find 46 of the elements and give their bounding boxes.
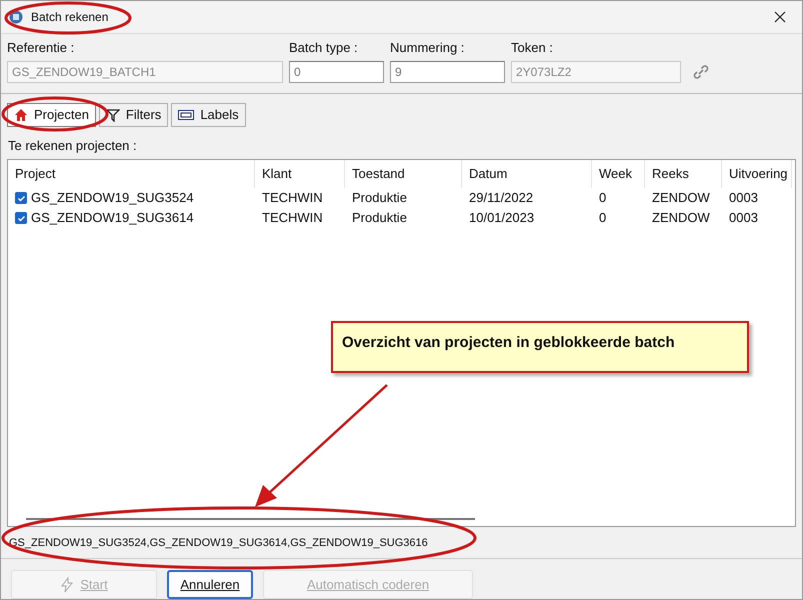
tab[interactable]: Labels bbox=[171, 102, 246, 126]
table-cell-text: TECHWIN bbox=[262, 189, 323, 208]
field-label: Nummering : bbox=[390, 39, 466, 57]
column-header[interactable]: Klant bbox=[255, 160, 345, 188]
check-icon bbox=[16, 194, 26, 202]
table-cell-text: 0 bbox=[599, 209, 606, 228]
scrollbar[interactable] bbox=[26, 518, 475, 520]
column-header[interactable]: Project bbox=[8, 160, 255, 188]
table-cell-text: GS_ZENDOW19_SUG3614 bbox=[31, 209, 194, 228]
text-field[interactable]: 0 bbox=[289, 60, 384, 82]
text-field[interactable]: 9 bbox=[390, 60, 505, 82]
callout-box: Overzicht van projecten in geblokkeerde batch bbox=[331, 321, 749, 373]
table-cell-text: 29/11/2022 bbox=[469, 189, 534, 208]
tab[interactable]: Filters bbox=[98, 102, 168, 126]
table-cell-text: 0003 bbox=[729, 189, 758, 208]
table-cell-text: 0003 bbox=[729, 209, 758, 228]
list-label: Te rekenen projecten : bbox=[7, 136, 138, 155]
lightning-icon bbox=[60, 576, 74, 592]
checkbox[interactable] bbox=[15, 192, 27, 204]
field-label: Batch type : bbox=[289, 39, 359, 57]
check-icon bbox=[16, 214, 26, 222]
action-button[interactable]: Annuleren bbox=[167, 570, 253, 599]
table-cell-text: Produktie bbox=[352, 189, 407, 208]
field-label: Referentie : bbox=[7, 39, 76, 57]
table-cell-text: 10/01/2023 bbox=[469, 209, 534, 228]
column-header[interactable]: Reeks bbox=[645, 160, 722, 188]
field-label: Token : bbox=[511, 39, 554, 57]
app-icon bbox=[9, 10, 23, 24]
column-header[interactable]: Toestand bbox=[345, 160, 462, 188]
status-text: GS_ZENDOW19_SUG3524,GS_ZENDOW19_SUG3614,GS_ZENDOW19_SUG3616 bbox=[1, 526, 802, 559]
table-cell-text: ZENDOW bbox=[652, 189, 710, 208]
close-icon[interactable] bbox=[774, 11, 786, 23]
window-title: Batch rekenen bbox=[31, 9, 108, 26]
filter-icon bbox=[106, 108, 120, 122]
column-header[interactable]: Uitvoering bbox=[722, 160, 792, 188]
table-cell-text: Produktie bbox=[352, 209, 407, 228]
tab[interactable]: Projecten bbox=[7, 102, 96, 126]
table-cell-text: 0 bbox=[599, 189, 606, 208]
table-cell-text: ZENDOW bbox=[652, 209, 710, 228]
table-cell-text: GS_ZENDOW19_SUG3524 bbox=[31, 189, 194, 208]
checkbox[interactable] bbox=[15, 212, 27, 224]
column-header[interactable]: Week bbox=[592, 160, 645, 188]
column-header[interactable]: Datum bbox=[462, 160, 592, 188]
label-icon bbox=[178, 110, 194, 120]
house-icon bbox=[14, 108, 28, 122]
table-cell-text: TECHWIN bbox=[262, 209, 323, 228]
